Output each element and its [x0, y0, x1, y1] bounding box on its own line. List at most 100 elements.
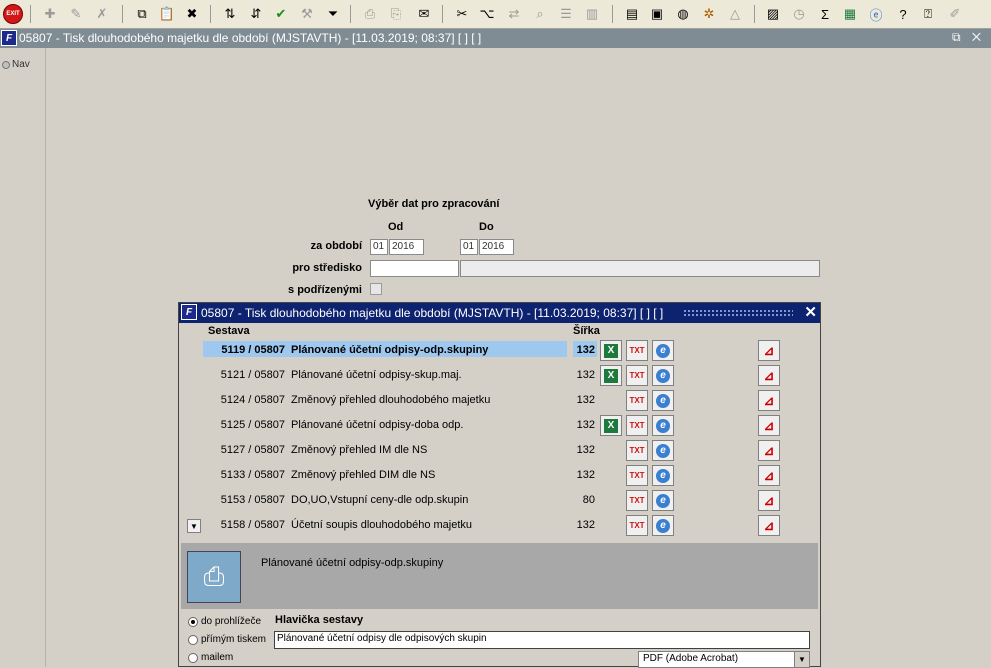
copy-icon[interactable]: ⧉	[132, 4, 152, 24]
help-icon[interactable]: ?	[893, 4, 913, 24]
nav-toggle[interactable]: Nav	[2, 59, 30, 70]
output-print-label: přímým tiskem	[201, 634, 266, 645]
report-row[interactable]: 5121 / 05807 Plánované účetní odpisy-skup…	[179, 364, 820, 389]
notes-icon[interactable]: ✐	[945, 4, 965, 24]
filter-icon[interactable]: ⏷	[323, 4, 343, 24]
report-header-field[interactable]: Plánované účetní odpisy dle odpisových s…	[274, 631, 810, 649]
report-width: 132	[576, 519, 595, 531]
window-controls[interactable]: ⧉ ✕	[952, 30, 985, 45]
output-format-select[interactable]: PDF (Adobe Acrobat) ▼	[638, 651, 810, 668]
txt-export-icon[interactable]: TXT	[626, 340, 648, 361]
txt-export-icon[interactable]: TXT	[626, 390, 648, 411]
subordinates-label: s podřízenými	[288, 284, 362, 296]
report-width: 132	[576, 444, 595, 456]
report-row[interactable]: 5127 / 05807 Změnový přehled IM dle NS 132…	[179, 439, 820, 464]
report-row[interactable]: 5153 / 05807 DO,UO,Vstupní ceny-dle odp.s…	[179, 489, 820, 514]
scroll-down-icon[interactable]: ▼	[187, 519, 201, 533]
report-code: 5133 / 05807	[220, 469, 285, 481]
excel-export-icon[interactable]: X	[600, 340, 622, 361]
sort-descending-icon[interactable]: ⇵	[246, 4, 266, 24]
pdf-export-icon[interactable]: ⊿	[758, 415, 780, 436]
print-icon[interactable]: ⎙	[360, 4, 380, 24]
columns-icon[interactable]: ▥	[582, 4, 602, 24]
browser-icon[interactable]: ⓔ	[866, 4, 886, 24]
pdf-export-icon[interactable]: ⊿	[758, 465, 780, 486]
excel-export-icon[interactable]: X	[600, 365, 622, 386]
center-field[interactable]	[370, 260, 459, 277]
output-print-radio[interactable]	[188, 635, 198, 645]
record-nav-icon[interactable]: ⇄	[504, 4, 524, 24]
browser-export-icon[interactable]: e	[652, 465, 674, 486]
txt-export-icon[interactable]: TXT	[626, 490, 648, 511]
clear-icon[interactable]: ✖	[182, 4, 202, 24]
print-preview-icon[interactable]: ⎘	[386, 4, 406, 24]
cut-icon[interactable]: ✂	[452, 4, 472, 24]
wrench-icon[interactable]: ⚒	[297, 4, 317, 24]
report-row[interactable]: 5119 / 05807 Plánované účetní odpisy-odp.…	[179, 339, 820, 364]
browser-export-icon[interactable]: e	[652, 440, 674, 461]
sum-icon[interactable]: Σ	[815, 4, 835, 24]
output-browser-radio[interactable]	[188, 617, 198, 627]
confirm-icon[interactable]: ✔	[271, 4, 291, 24]
list-icon[interactable]: ☰	[556, 4, 576, 24]
triangle-icon[interactable]: △	[725, 4, 745, 24]
report-name: Plánované účetní odpisy-odp.skupiny	[291, 344, 489, 356]
nav-column: Nav	[0, 48, 46, 667]
browser-export-icon[interactable]: e	[652, 515, 674, 536]
tree-icon[interactable]: ⌥	[477, 4, 497, 24]
dialog-close-icon[interactable]: ✕	[804, 303, 817, 321]
report-row[interactable]: 5125 / 05807 Plánované účetní odpisy-doba…	[179, 414, 820, 439]
mail-icon[interactable]: ✉	[414, 4, 434, 24]
browser-export-icon[interactable]: e	[652, 340, 674, 361]
chart-icon[interactable]: ▨	[763, 4, 783, 24]
pdf-export-icon[interactable]: ⊿	[758, 340, 780, 361]
pdf-export-icon[interactable]: ⊿	[758, 365, 780, 386]
txt-export-icon[interactable]: TXT	[626, 365, 648, 386]
excel-icon[interactable]: ▦	[840, 4, 860, 24]
period-from-year-field[interactable]: 2016	[389, 239, 424, 255]
report-row[interactable]: ▼ 5158 / 05807 Účetní soupis dlouhodobého …	[179, 514, 820, 539]
toolbar-separator	[754, 5, 755, 23]
output-mail-radio[interactable]	[188, 653, 198, 663]
pdf-export-icon[interactable]: ⊿	[758, 490, 780, 511]
report-width: 132	[576, 344, 595, 356]
settings-wheel-icon[interactable]: ✲	[699, 4, 719, 24]
period-to-year-field[interactable]: 2016	[479, 239, 514, 255]
report-code: 5127 / 05807	[220, 444, 285, 456]
pdf-export-icon[interactable]: ⊿	[758, 440, 780, 461]
report-code: 5124 / 05807	[220, 394, 285, 406]
excel-export-icon[interactable]: X	[600, 415, 622, 436]
subordinates-checkbox[interactable]	[370, 283, 382, 295]
browser-export-icon[interactable]: e	[652, 365, 674, 386]
printer-help-icon[interactable]: ⎙	[187, 551, 241, 603]
globe-icon[interactable]: ◍	[673, 4, 693, 24]
browser-export-icon[interactable]: e	[652, 390, 674, 411]
search-icon[interactable]: ⌕	[530, 4, 550, 24]
browser-export-icon[interactable]: e	[652, 490, 674, 511]
chevron-down-icon[interactable]: ▼	[794, 652, 809, 667]
report-row[interactable]: 5133 / 05807 Změnový přehled DIM dle NS 13…	[179, 464, 820, 489]
txt-export-icon[interactable]: TXT	[626, 440, 648, 461]
exit-button[interactable]: EXIT	[3, 4, 23, 24]
output-format-value: PDF (Adobe Acrobat)	[643, 653, 739, 664]
sort-ascending-icon[interactable]: ⇅	[220, 4, 240, 24]
clock-icon[interactable]: ◷	[789, 4, 809, 24]
browser-export-icon[interactable]: e	[652, 415, 674, 436]
pdf-export-icon[interactable]: ⊿	[758, 390, 780, 411]
edit-record-icon[interactable]: ✎	[66, 4, 86, 24]
period-to-month-field[interactable]: 01	[460, 239, 478, 255]
paste-icon[interactable]: 📋	[157, 4, 177, 24]
document-icon[interactable]: ▤	[622, 4, 642, 24]
pdf-export-icon[interactable]: ⊿	[758, 515, 780, 536]
txt-export-icon[interactable]: TXT	[626, 515, 648, 536]
new-record-icon[interactable]: ✚	[40, 4, 60, 24]
period-from-month-field[interactable]: 01	[370, 239, 388, 255]
report-row[interactable]: 5124 / 05807 Změnový přehled dlouhodobého…	[179, 389, 820, 414]
dialog-app-icon: F	[181, 304, 197, 320]
txt-export-icon[interactable]: TXT	[626, 415, 648, 436]
report-width: 132	[576, 419, 595, 431]
txt-export-icon[interactable]: TXT	[626, 465, 648, 486]
context-help-icon[interactable]: ⍰	[918, 4, 938, 24]
save-icon[interactable]: ▣	[647, 4, 667, 24]
delete-record-icon[interactable]: ✗	[92, 4, 112, 24]
